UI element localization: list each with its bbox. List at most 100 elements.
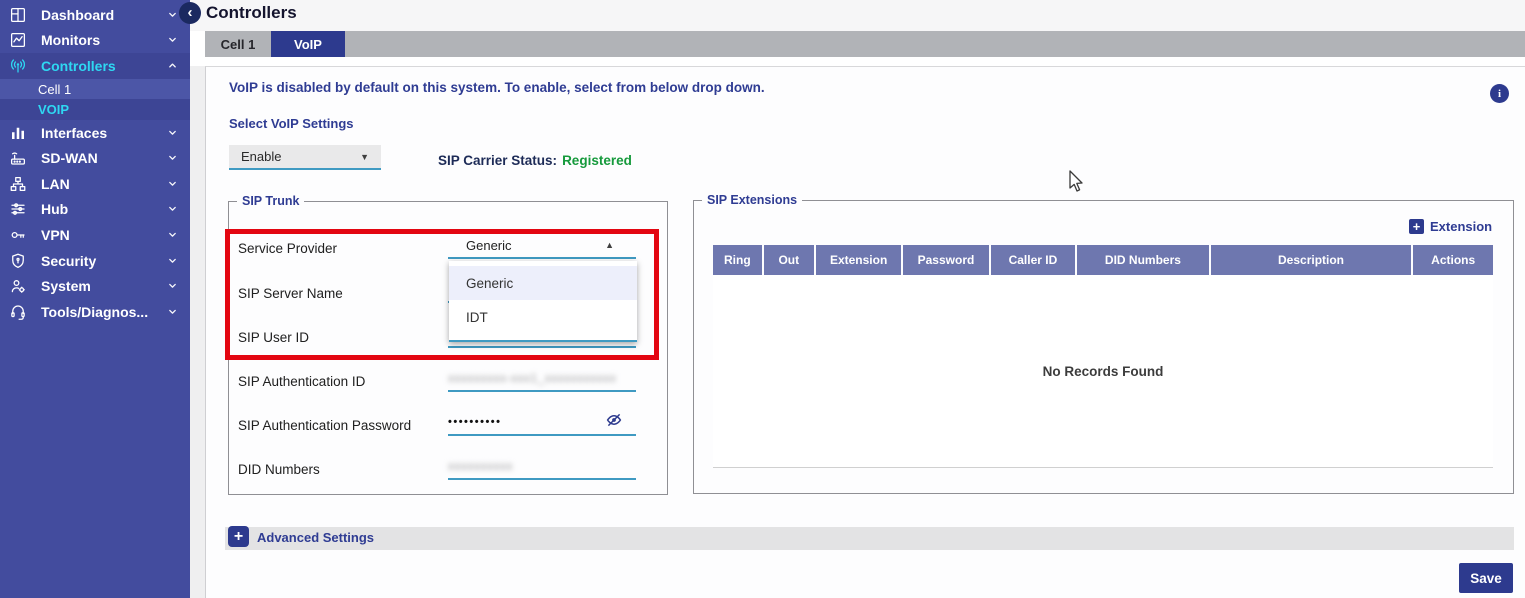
sidebar-item-label: VPN (41, 227, 166, 243)
add-extension-button[interactable]: + Extension (1409, 219, 1492, 234)
sidebar-item-label: SD-WAN (41, 150, 166, 166)
controllers-antenna-icon (9, 57, 30, 75)
sidebar-item-label: Monitors (41, 32, 166, 48)
sip-authentication-id-value-blurred: xxxxxxxxx-xxx1_xxxxxxxxxxx (448, 371, 616, 385)
no-records-text: No Records Found (1043, 364, 1164, 379)
sip-user-id-label: SIP User ID (238, 330, 309, 345)
did-numbers-label: DID Numbers (238, 462, 320, 477)
sip-carrier-status-value: Registered (562, 153, 632, 168)
chevron-down-icon (166, 279, 180, 293)
sidebar-item-label: LAN (41, 176, 166, 192)
sidebar-item-label: Tools/Diagnos... (41, 304, 166, 320)
voip-enable-value: Enable (241, 149, 281, 164)
voip-disabled-notice: VoIP is disabled by default on this syst… (229, 80, 765, 95)
tools-headset-icon (9, 303, 30, 321)
tab-label: VoIP (294, 37, 322, 52)
sip-extensions-table-body: No Records Found (713, 275, 1493, 468)
column-header-caller-id: Caller ID (991, 245, 1078, 275)
advanced-settings-bar[interactable] (225, 527, 1514, 550)
sidebar-item-dashboard[interactable]: Dashboard (0, 2, 190, 28)
sidebar-item-security[interactable]: Security (0, 248, 190, 274)
did-numbers-input[interactable]: xxxxxxxxxx (448, 454, 636, 480)
header-strip (190, 0, 1525, 31)
sidebar-item-label: Security (41, 253, 166, 269)
chevron-down-icon (166, 8, 180, 22)
content-panel: VoIP is disabled by default on this syst… (205, 66, 1525, 598)
sidebar-item-label: Dashboard (41, 7, 166, 23)
column-header-password: Password (903, 245, 990, 275)
monitors-icon (9, 31, 30, 49)
sidebar-item-lan[interactable]: LAN (0, 171, 190, 197)
back-button[interactable]: ‹ (179, 2, 201, 24)
sidebar-item-hub[interactable]: Hub (0, 197, 190, 223)
chevron-down-icon (166, 151, 180, 165)
column-header-description: Description (1211, 245, 1414, 275)
expand-plus-button[interactable]: + (228, 526, 249, 547)
sidebar-item-label: System (41, 278, 166, 294)
sidebar-item-system[interactable]: System (0, 273, 190, 299)
sdwan-router-icon (9, 149, 30, 167)
sidebar-item-label: Hub (41, 201, 166, 217)
sip-authentication-id-input[interactable]: xxxxxxxxx-xxx1_xxxxxxxxxxx (448, 366, 636, 392)
sidebar-item-controllers[interactable]: Controllers (0, 53, 190, 79)
sip-carrier-status: SIP Carrier Status:Registered (438, 153, 632, 168)
sip-trunk-legend: SIP Trunk (237, 194, 304, 208)
chevron-down-icon (166, 202, 180, 216)
column-header-out: Out (764, 245, 816, 275)
service-provider-dropdown-list: GenericIDT (449, 261, 637, 342)
sidebar-subitem-label: VOIP (38, 102, 69, 117)
mouse-cursor-icon (1068, 170, 1086, 199)
service-provider-value: Generic (466, 238, 512, 253)
chevron-down-icon (166, 305, 180, 319)
dropdown-option-generic[interactable]: Generic (449, 266, 637, 300)
service-provider-label: Service Provider (238, 241, 337, 256)
tab-bar: Cell 1 VoIP (205, 31, 1525, 57)
chevron-down-icon (166, 177, 180, 191)
save-button[interactable]: Save (1459, 563, 1513, 593)
plus-icon: + (1409, 219, 1424, 234)
dashboard-icon (9, 6, 30, 24)
sip-extensions-table: RingOutExtensionPasswordCaller IDDID Num… (713, 245, 1493, 468)
advanced-settings-label: Advanced Settings (257, 530, 374, 545)
sidebar-item-interfaces[interactable]: Interfaces (0, 120, 190, 146)
triangle-up-icon: ▲ (605, 240, 614, 250)
chevron-down-icon (166, 33, 180, 47)
sidebar-item-label: Controllers (41, 58, 166, 74)
interfaces-icon (9, 124, 30, 142)
eye-off-icon (604, 416, 624, 433)
triangle-down-icon: ▼ (360, 152, 369, 162)
sidebar-item-label: Interfaces (41, 125, 166, 141)
hub-sliders-icon (9, 200, 30, 218)
column-header-did-numbers: DID Numbers (1077, 245, 1210, 275)
sidebar-subitem-voip[interactable]: VOIP (0, 99, 190, 120)
sip-extensions-table-header: RingOutExtensionPasswordCaller IDDID Num… (713, 245, 1493, 275)
security-shield-icon (9, 252, 30, 270)
sidebar-item-monitors[interactable]: Monitors (0, 28, 190, 54)
chevron-down-icon (166, 228, 180, 242)
voip-enable-select[interactable]: Enable ▼ (229, 145, 381, 170)
lan-topology-icon (9, 175, 30, 193)
did-numbers-value-blurred: xxxxxxxxxx (448, 459, 513, 473)
content-gutter (190, 66, 205, 598)
tab-label: Cell 1 (221, 37, 256, 52)
dropdown-option-idt[interactable]: IDT (449, 300, 637, 334)
sidebar-subitem-label: Cell 1 (38, 82, 71, 97)
sidebar-subitem-cell-1[interactable]: Cell 1 (0, 79, 190, 100)
tab-voip[interactable]: VoIP (271, 31, 345, 57)
app-window: Dashboard Monitors Controllers Cell 1 VOIP In… (0, 0, 1525, 598)
tab-cell-1[interactable]: Cell 1 (205, 31, 271, 57)
sidebar-item-sd-wan[interactable]: SD-WAN (0, 145, 190, 171)
sidebar-item-vpn[interactable]: VPN (0, 222, 190, 248)
sidebar: Dashboard Monitors Controllers Cell 1 VOIP In… (0, 0, 190, 598)
info-icon: i (1498, 88, 1501, 100)
chevron-up-icon (166, 59, 180, 73)
sidebar-item-tools-diagnos[interactable]: Tools/Diagnos... (0, 299, 190, 325)
vpn-key-icon (9, 226, 30, 244)
service-provider-select[interactable]: Generic ▲ (448, 233, 636, 259)
select-voip-settings-label: Select VoIP Settings (229, 116, 354, 131)
system-user-gear-icon (9, 277, 30, 295)
column-header-actions: Actions (1413, 245, 1493, 275)
add-extension-label: Extension (1430, 219, 1492, 234)
info-button[interactable]: i (1490, 84, 1509, 103)
password-visibility-toggle[interactable] (604, 411, 625, 429)
